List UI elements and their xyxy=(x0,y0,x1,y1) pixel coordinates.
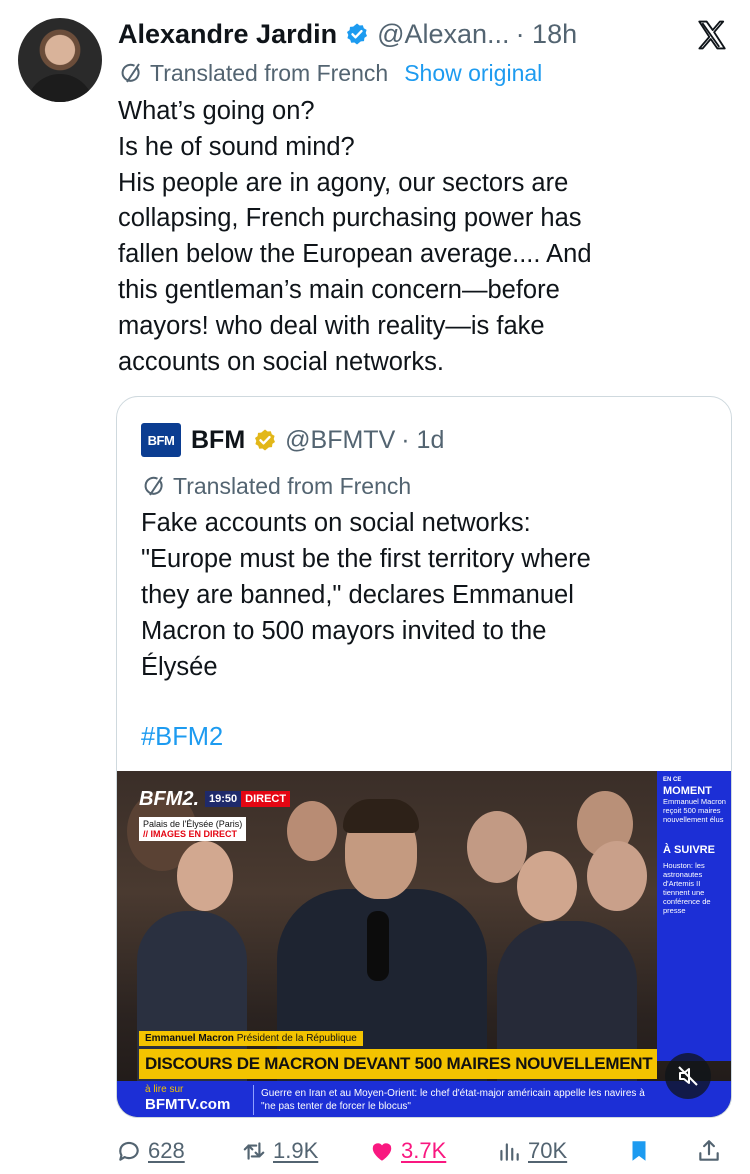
author-avatar[interactable] xyxy=(18,18,102,102)
reply-count: 628 xyxy=(148,1138,185,1163)
speaker-name: Emmanuel Macron xyxy=(145,1033,234,1044)
side-now-text: Emmanuel Macron reçoit 500 maires nouvel… xyxy=(663,797,726,824)
news-ticker: à lire sur BFMTV.com Guerre en Iran et a… xyxy=(117,1081,731,1117)
video-player[interactable]: BFM2. 19:50 DIRECT Palais de l'Élysée (P… xyxy=(117,771,731,1117)
view-count: 70K xyxy=(528,1138,568,1163)
ticker-read-label: à lire sur xyxy=(145,1084,184,1095)
quoted-translated-label: Translated from French xyxy=(173,472,412,499)
tweet-text-line: Is he of sound mind? xyxy=(118,132,355,161)
heart-icon xyxy=(372,1143,392,1161)
speaker-caption: Emmanuel Macron Président de la Républiq… xyxy=(139,1031,363,1046)
headline-banner: DISCOURS DE MACRON DEVANT 500 MAIRES NOU… xyxy=(139,1049,657,1079)
author-name[interactable]: Alexandre Jardin xyxy=(118,19,337,50)
quoted-text-line: they are banned," declares Emmanuel xyxy=(141,581,574,609)
side-next-text: Houston: les astronautes d'Artemis II ti… xyxy=(663,861,711,915)
quoted-translation-notice: Translated from French xyxy=(141,471,411,501)
side-next-heading: À SUIVRE xyxy=(663,844,715,856)
quoted-text-line: Macron to 500 mayors invited to the xyxy=(141,617,547,645)
reply-button[interactable]: 628 xyxy=(116,1138,241,1164)
quoted-tweet-header: BFM BFM @BFMTV · 1d xyxy=(141,423,444,457)
quoted-tweet[interactable]: BFM BFM @BFMTV · 1d Translated from Fren… xyxy=(116,396,732,1118)
broadcast-time: 19:50 xyxy=(205,791,242,807)
analytics-icon xyxy=(500,1143,519,1161)
repost-button[interactable]: 1.9K xyxy=(241,1138,369,1164)
views-button[interactable]: 70K xyxy=(496,1138,626,1164)
tweet-text-line: accounts on social networks. xyxy=(118,347,444,376)
live-images-text: // IMAGES EN DIRECT xyxy=(143,829,238,839)
muted-speaker-icon xyxy=(678,1066,698,1086)
like-button[interactable]: 3.7K xyxy=(369,1138,496,1164)
tweet-text-line: fallen below the European average.... An… xyxy=(118,240,592,269)
translate-icon xyxy=(144,476,163,496)
share-icon xyxy=(699,1140,719,1161)
repost-count: 1.9K xyxy=(273,1138,319,1163)
quoted-text-line: Élysée xyxy=(141,653,218,681)
tweet-text-line: His people are in agony, our sectors are xyxy=(118,168,569,197)
repost-icon xyxy=(243,1142,265,1160)
share-button[interactable] xyxy=(696,1138,732,1164)
live-badge: DIRECT xyxy=(241,791,291,807)
quoted-tweet-time[interactable]: · 1d xyxy=(401,426,444,455)
tweet-text-line: What’s going on? xyxy=(118,97,315,125)
x-logo-icon xyxy=(698,20,726,50)
tweet-text-line: this gentleman’s main concern—before xyxy=(118,275,560,304)
side-panel: EN CE MOMENT Emmanuel Macron reçoit 500 … xyxy=(657,771,731,1061)
tweet-actions: 628 1.9K 3.7K 70K xyxy=(116,1132,732,1170)
location-text: Palais de l'Élysée (Paris) xyxy=(143,819,243,829)
quoted-tweet-text: Fake accounts on social networks: "Europ… xyxy=(141,505,711,685)
hashtag-link[interactable]: #BFM2 xyxy=(141,723,223,752)
verified-badge-icon xyxy=(347,23,368,45)
show-original-link[interactable]: Show original xyxy=(404,60,542,87)
tweet-time[interactable]: · 18h xyxy=(516,19,578,50)
like-count: 3.7K xyxy=(401,1138,447,1163)
speaker-role: Président de la République xyxy=(236,1033,357,1044)
translate-icon xyxy=(121,63,140,83)
quoted-author-name[interactable]: BFM xyxy=(191,426,245,455)
ticker-site: BFMTV.com xyxy=(145,1096,231,1113)
tweet-text-line: collapsing, French purchasing power has xyxy=(118,204,582,233)
quoted-text-line: "Europe must be the first territory wher… xyxy=(141,545,591,573)
ticker-news: Guerre en Iran et au Moyen-Orient: le ch… xyxy=(261,1088,645,1112)
channel-logo: BFM2. xyxy=(139,787,199,810)
author-handle[interactable]: @Alexan... xyxy=(377,19,509,50)
quoted-text-line: Fake accounts on social networks: xyxy=(141,509,531,537)
bookmark-icon xyxy=(632,1141,646,1161)
tweet-text-line: mayors! who deal with reality—is fake xyxy=(118,311,545,340)
verified-gold-badge-icon xyxy=(255,429,276,451)
bookmark-button[interactable] xyxy=(626,1138,696,1164)
channel-bug: BFM2. 19:50 DIRECT xyxy=(139,785,291,813)
side-heading-2: MOMENT xyxy=(663,785,712,797)
translated-label: Translated from French xyxy=(150,59,389,86)
reply-icon xyxy=(119,1141,139,1161)
translation-notice: Translated from French Show original xyxy=(118,58,542,88)
tweet-header: Alexandre Jardin @Alexan... · 18h xyxy=(118,14,678,54)
quoted-author-handle[interactable]: @BFMTV xyxy=(285,426,395,455)
tweet-text: What’s going on? Is he of sound mind? Hi… xyxy=(118,94,718,380)
mute-button[interactable] xyxy=(665,1053,711,1099)
location-caption: Palais de l'Élysée (Paris) // IMAGES EN … xyxy=(139,817,247,841)
bfm-avatar[interactable]: BFM xyxy=(141,423,181,457)
